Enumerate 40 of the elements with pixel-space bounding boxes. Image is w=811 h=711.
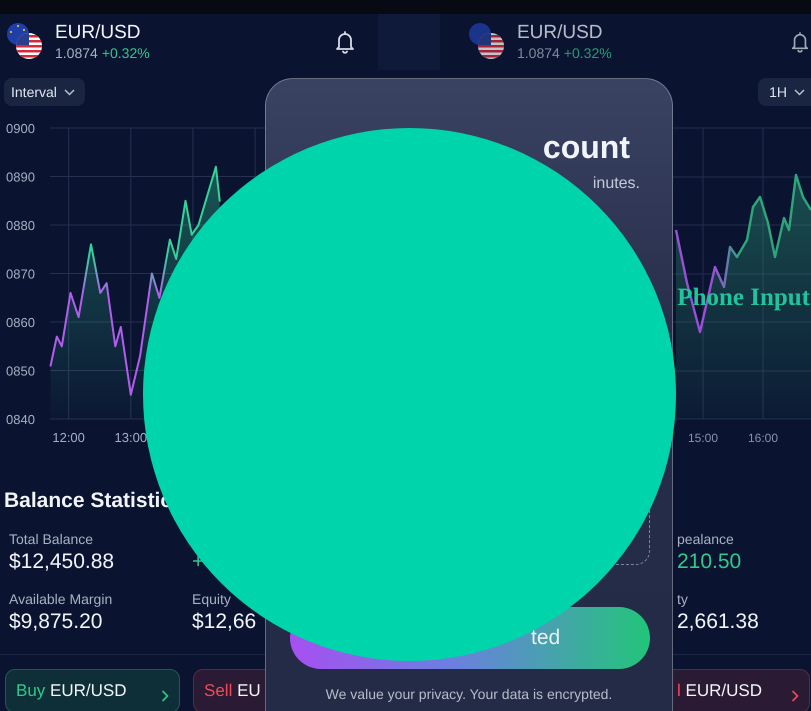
header-strip (378, 14, 440, 70)
y-axis-label: 0840 (6, 412, 35, 427)
x-axis-label: 16:00 (748, 431, 778, 445)
price-value: 1.0874 (55, 44, 98, 62)
y-axis-label: 0890 (6, 170, 35, 184)
dialog-subtitle: inutes. (592, 174, 640, 194)
stat-value: 2,661.38 (677, 609, 760, 635)
stat-value: $9,875.20 (9, 609, 104, 635)
y-axis-label: 0870 (6, 266, 35, 282)
x-axis-label: 13:00 (114, 430, 148, 445)
privacy-note: We value your privacy. Your data is encrypted. (324, 685, 614, 703)
chevron-right-icon (161, 690, 169, 702)
stat-value: 210.50 (677, 549, 742, 575)
y-axis-label: 0900 (6, 121, 35, 136)
currency-pair: EUR/USD (517, 22, 604, 44)
x-axis-label: 15:00 (688, 431, 718, 445)
y-axis-label: 0850 (6, 364, 35, 378)
currency-pair: EUR/USD (55, 22, 142, 44)
stat-label: pealance (677, 530, 735, 548)
price-value: 1.0874 (517, 44, 560, 62)
dialog-title: count (542, 128, 630, 167)
stat-value: $12,450.88 (9, 549, 116, 575)
stat-label: Total Balance (9, 530, 94, 548)
interval-dropdown[interactable]: Interval (4, 78, 85, 106)
bell-icon[interactable] (790, 30, 810, 54)
trade-button[interactable]: Buy EUR/USD (5, 669, 180, 711)
stat-label: Equity (192, 590, 232, 608)
stat-value: $12,66 (192, 609, 258, 635)
stat-label: ty (677, 590, 689, 608)
y-axis-label: 0880 (6, 218, 35, 233)
stat-label: Available Margin (9, 590, 114, 608)
y-axis-label: 0860 (6, 315, 35, 330)
chevron-right-icon (791, 690, 799, 702)
x-axis-label: 12:00 (52, 430, 85, 445)
price-change: +0.32% (102, 44, 150, 62)
interval-dropdown[interactable]: 1H (758, 78, 811, 106)
chevron-down-icon (64, 88, 75, 96)
chevron-down-icon (794, 88, 805, 96)
price-change: +0.32% (564, 44, 612, 62)
bell-icon[interactable] (334, 30, 356, 54)
